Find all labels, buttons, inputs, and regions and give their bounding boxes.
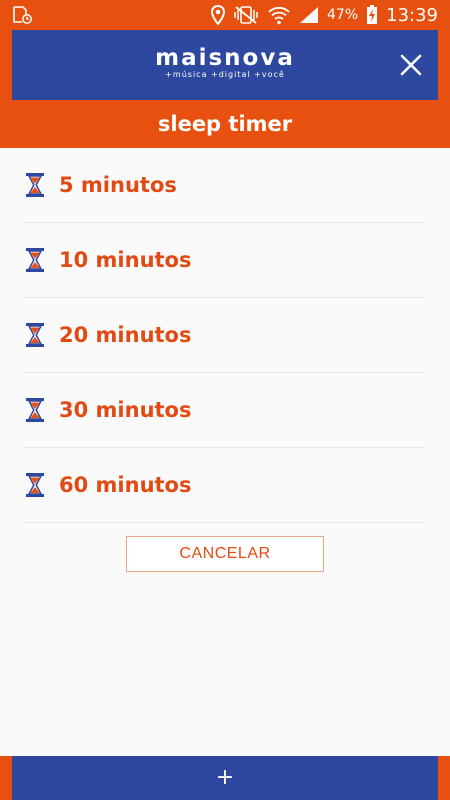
timer-list: 5 minutos 10 minutos 20 minutos 30 minut… [24, 148, 426, 523]
title-bar: sleep timer [0, 100, 450, 148]
status-bar: 47% 13:39 [0, 0, 450, 30]
timer-label: 5 minutos [59, 173, 177, 197]
hourglass-icon [26, 473, 44, 497]
hourglass-icon [26, 398, 44, 422]
close-icon[interactable] [398, 52, 424, 78]
timer-option-30[interactable]: 30 minutos [24, 373, 426, 448]
timer-label: 30 minutos [59, 398, 192, 422]
timer-label: 20 minutos [59, 323, 192, 347]
maisnova-logo: maisnova +música +digital +você [12, 46, 438, 80]
page-title: sleep timer [157, 112, 293, 136]
plus-button[interactable]: + [216, 767, 234, 789]
hourglass-icon [26, 323, 44, 347]
timer-option-60[interactable]: 60 minutos [24, 448, 426, 523]
battery-percent: 47% [327, 7, 359, 23]
signal-icon [300, 7, 318, 23]
timer-option-5[interactable]: 5 minutos [24, 148, 426, 223]
storage-clock-icon [13, 6, 32, 24]
timer-label: 60 minutos [59, 473, 192, 497]
app-header: maisnova +música +digital +você [12, 30, 438, 100]
sleep-timer-panel: 5 minutos 10 minutos 20 minutos 30 minut… [0, 148, 450, 756]
battery-charging-icon [367, 5, 378, 24]
clock: 13:39 [386, 4, 438, 26]
timer-label: 10 minutos [59, 248, 192, 272]
hourglass-icon [26, 173, 44, 197]
logo-wordmark: maisnova [155, 45, 295, 71]
hourglass-icon [26, 248, 44, 272]
vibrate-icon [234, 6, 258, 24]
bottom-bar: + [12, 756, 438, 800]
timer-option-20[interactable]: 20 minutos [24, 298, 426, 373]
cancel-button[interactable]: CANCELAR [126, 536, 324, 572]
logo-tagline: +música +digital +você [165, 70, 285, 79]
location-icon [211, 5, 225, 25]
timer-option-10[interactable]: 10 minutos [24, 223, 426, 298]
wifi-icon [268, 6, 290, 25]
